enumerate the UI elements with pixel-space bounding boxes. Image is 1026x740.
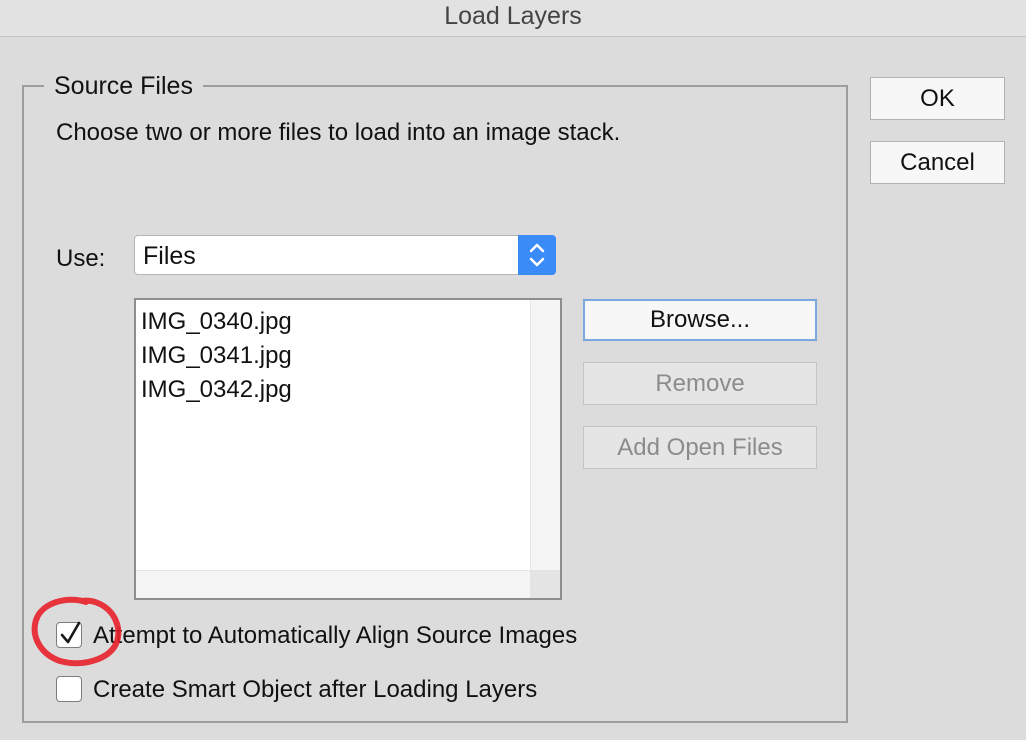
cancel-button[interactable]: Cancel [870, 141, 1005, 184]
select-stepper[interactable] [518, 235, 556, 275]
chevron-up-down-icon [529, 243, 545, 267]
source-files-group-label: Source Files [44, 71, 203, 101]
horizontal-scrollbar[interactable] [136, 570, 530, 598]
ok-button[interactable]: OK [870, 77, 1005, 120]
add-open-files-button[interactable]: Add Open Files [583, 426, 817, 469]
use-label: Use: [56, 245, 106, 272]
instruction-text: Choose two or more files to load into an… [56, 119, 621, 146]
align-source-images-checkbox[interactable] [56, 621, 82, 648]
dialog-title-bar: Load Layers [0, 0, 1026, 37]
scrollbar-corner [530, 570, 560, 598]
file-list-item[interactable]: IMG_0341.jpg [141, 341, 292, 371]
create-smart-object-checkbox[interactable] [56, 676, 82, 702]
vertical-scrollbar[interactable] [530, 300, 560, 570]
use-select[interactable]: Files [134, 235, 556, 275]
file-list-item[interactable]: IMG_0340.jpg [141, 307, 292, 337]
dialog-title: Load Layers [444, 2, 582, 30]
remove-button[interactable]: Remove [583, 362, 817, 405]
use-select-value: Files [143, 242, 196, 270]
browse-button[interactable]: Browse... [583, 299, 817, 341]
file-list[interactable]: IMG_0340.jpg IMG_0341.jpg IMG_0342.jpg [134, 298, 562, 600]
file-list-item[interactable]: IMG_0342.jpg [141, 375, 292, 405]
align-source-images-label: Attempt to Automatically Align Source Im… [93, 622, 578, 649]
create-smart-object-label: Create Smart Object after Loading Layers [93, 676, 538, 703]
checkmark-icon [60, 621, 81, 644]
